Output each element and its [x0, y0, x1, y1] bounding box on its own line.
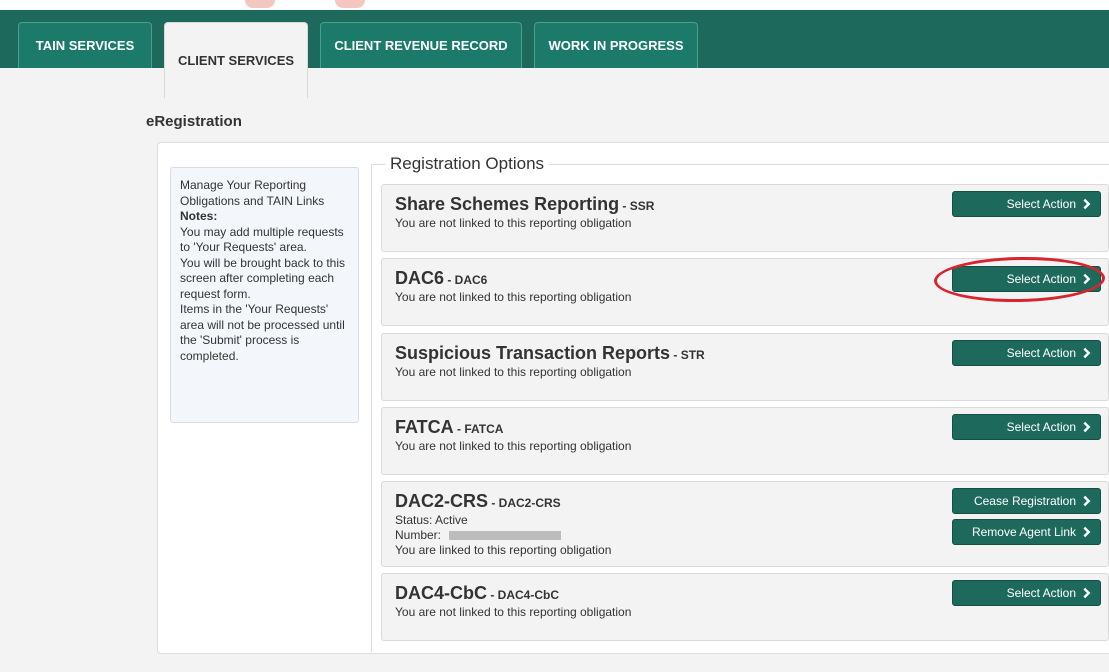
button-label: Remove Agent Link [971, 525, 1076, 539]
option-number: Number: [395, 528, 562, 542]
select-action-button[interactable]: Select Action [952, 340, 1101, 366]
remove-agent-link-button[interactable]: Remove Agent Link [952, 519, 1101, 545]
top-band [0, 0, 1109, 10]
option-name: FATCA [395, 417, 454, 437]
option-status: You are not linked to this reporting obl… [395, 290, 632, 304]
option-code: - FATCA [453, 422, 504, 436]
select-action-button[interactable]: Select Action [952, 414, 1101, 440]
option-code: - DAC4-CbC [487, 588, 559, 602]
chevron-right-icon [1083, 198, 1091, 210]
button-label: Select Action [1006, 586, 1076, 600]
notes-item: Items in the 'Your Requests' area will n… [180, 302, 345, 363]
option-title: Suspicious Transaction Reports - STR [395, 343, 705, 364]
chevron-right-icon [1083, 273, 1091, 285]
button-label: Cease Registration [973, 494, 1076, 508]
top-nav-bar: TAIN SERVICES CLIENT SERVICES CLIENT REV… [0, 10, 1109, 98]
option-title: Share Schemes Reporting - SSR [395, 194, 654, 215]
option-str: Suspicious Transaction Reports - STR You… [381, 333, 1109, 401]
option-status: You are linked to this reporting obligat… [395, 543, 612, 557]
option-dac2-crs: DAC2-CRS - DAC2-CRS Status: Active Numbe… [381, 481, 1109, 567]
option-fatca: FATCA - FATCA You are not linked to this… [381, 407, 1109, 475]
chevron-right-icon [1083, 587, 1091, 599]
option-status: You are not linked to this reporting obl… [395, 605, 632, 619]
option-name: DAC6 [395, 268, 445, 288]
option-dac6: DAC6 - DAC6 You are not linked to this r… [381, 258, 1109, 326]
notes-panel: Manage Your Reporting Obligations and TA… [170, 167, 359, 423]
select-action-button[interactable]: Select Action [952, 191, 1101, 217]
option-dac4-cbc: DAC4-CbC - DAC4-CbC You are not linked t… [381, 573, 1109, 641]
number-label: Number: [395, 528, 442, 542]
option-ssr: Share Schemes Reporting - SSR You are no… [381, 184, 1109, 252]
option-title: DAC2-CRS - DAC2-CRS [395, 491, 561, 512]
watermark-mark [335, 0, 365, 8]
cease-registration-button[interactable]: Cease Registration [952, 488, 1101, 514]
select-action-button[interactable]: Select Action [952, 580, 1101, 606]
redacted-number [449, 531, 562, 541]
chevron-right-icon [1083, 347, 1091, 359]
button-label: Select Action [1006, 420, 1076, 434]
option-title: DAC4-CbC - DAC4-CbC [395, 583, 559, 604]
option-status: You are not linked to this reporting obl… [395, 216, 632, 230]
tab-client-services[interactable]: CLIENT SERVICES [164, 22, 308, 98]
chevron-right-icon [1083, 495, 1091, 507]
watermark-mark [245, 0, 275, 8]
option-status: You are not linked to this reporting obl… [395, 439, 632, 453]
page-title: eRegistration [146, 113, 242, 130]
select-action-button[interactable]: Select Action [952, 266, 1101, 292]
option-status: You are not linked to this reporting obl… [395, 365, 632, 379]
fieldset-border [371, 164, 372, 652]
option-title: FATCA - FATCA [395, 417, 503, 438]
option-code: - SSR [619, 199, 655, 213]
button-label: Select Action [1006, 272, 1076, 286]
chevron-right-icon [1083, 421, 1091, 433]
notes-intro: Manage Your Reporting Obligations and TA… [180, 178, 325, 208]
option-title: DAC6 - DAC6 [395, 268, 487, 289]
option-name: Share Schemes Reporting [395, 194, 620, 214]
option-status-active: Status: Active [395, 513, 468, 527]
option-code: - DAC2-CRS [488, 496, 561, 510]
button-label: Select Action [1006, 346, 1076, 360]
option-name: Suspicious Transaction Reports [395, 343, 671, 363]
notes-item: You will be brought back to this screen … [180, 255, 345, 301]
tab-tain-services[interactable]: TAIN SERVICES [18, 22, 152, 68]
option-code: - STR [670, 348, 705, 362]
notes-item: You may add multiple requests to 'Your R… [180, 224, 344, 255]
section-title: Registration Options [385, 154, 550, 174]
option-name: DAC2-CRS [395, 491, 489, 511]
tab-work-in-progress[interactable]: WORK IN PROGRESS [534, 22, 698, 68]
option-name: DAC4-CbC [395, 583, 487, 603]
chevron-right-icon [1083, 526, 1091, 538]
notes-heading: Notes: [180, 209, 218, 223]
button-label: Select Action [1006, 197, 1076, 211]
tab-client-revenue-record[interactable]: CLIENT REVENUE RECORD [320, 22, 522, 68]
option-code: - DAC6 [444, 273, 488, 287]
